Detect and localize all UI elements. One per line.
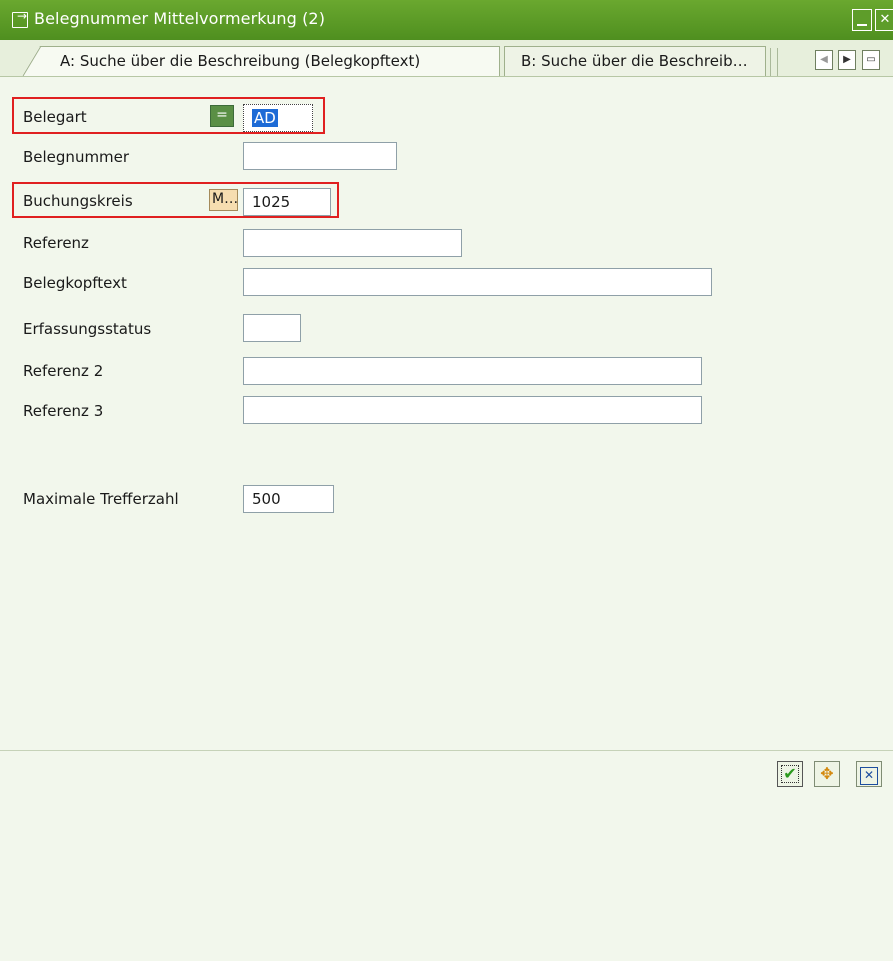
tab-search-description[interactable]: A: Suche über die Beschreibung (Belegkop… xyxy=(22,46,500,76)
referenz-3-input[interactable] xyxy=(243,396,702,424)
cancel-icon[interactable]: ✕ xyxy=(856,761,882,787)
tab-edge xyxy=(22,46,42,77)
row-referenz-3: Referenz 3 xyxy=(0,396,893,426)
row-referenz-2: Referenz 2 xyxy=(0,356,893,386)
window-title: Belegnummer Mittelvormerkung (2) xyxy=(34,9,326,28)
multiple-selection-icon[interactable]: ✥ xyxy=(814,761,840,787)
row-belegkopftext: Belegkopftext xyxy=(0,268,893,298)
referenz-2-input[interactable] xyxy=(243,357,702,385)
max-hits-input[interactable]: 500 xyxy=(243,485,334,513)
row-referenz: Referenz xyxy=(0,228,893,258)
window-titlebar: Belegnummer Mittelvormerkung (2) ✕ xyxy=(0,0,893,40)
row-belegnummer: Belegnummer xyxy=(0,142,893,172)
referenz-2-label: Referenz 2 xyxy=(23,362,104,380)
belegkopftext-label: Belegkopftext xyxy=(23,274,127,292)
row-erfassungsstatus: Erfassungsstatus xyxy=(0,314,893,344)
close-icon[interactable]: ✕ xyxy=(875,9,893,31)
tab-label: A: Suche über die Beschreibung (Belegkop… xyxy=(60,52,421,70)
checkmark-icon[interactable]: ✔ xyxy=(777,761,803,787)
erfassungsstatus-label: Erfassungsstatus xyxy=(23,320,152,338)
highlight-box-buchungskreis xyxy=(12,182,339,218)
referenz-input[interactable] xyxy=(243,229,462,257)
tab-search-description-b[interactable]: B: Suche über die Beschreib… xyxy=(504,46,766,76)
search-form: Belegart = AD Belegnummer Buchungskreis … xyxy=(0,76,893,750)
belegnummer-label: Belegnummer xyxy=(23,148,130,166)
max-hits-label: Maximale Trefferzahl xyxy=(23,490,179,508)
row-max-hits: Maximale Trefferzahl 500 xyxy=(0,484,893,514)
highlight-box-belegart xyxy=(12,97,325,134)
tab-strip: A: Suche über die Beschreibung (Belegkop… xyxy=(0,40,893,77)
window-icon xyxy=(12,9,28,28)
belegnummer-input[interactable] xyxy=(243,142,397,170)
scroll-left-icon[interactable]: ◀ xyxy=(815,50,833,70)
minimize-icon[interactable] xyxy=(852,9,872,31)
referenz-label: Referenz xyxy=(23,234,89,252)
belegkopftext-input[interactable] xyxy=(243,268,712,296)
tab-label: B: Suche über die Beschreib… xyxy=(521,52,748,70)
button-bar xyxy=(0,750,893,961)
scroll-right-icon[interactable]: ▶ xyxy=(838,50,856,70)
referenz-3-label: Referenz 3 xyxy=(23,402,104,420)
erfassungsstatus-input[interactable] xyxy=(243,314,301,342)
tab-overflow-edge xyxy=(770,48,778,76)
tab-list-icon[interactable]: ▭ xyxy=(862,50,880,70)
